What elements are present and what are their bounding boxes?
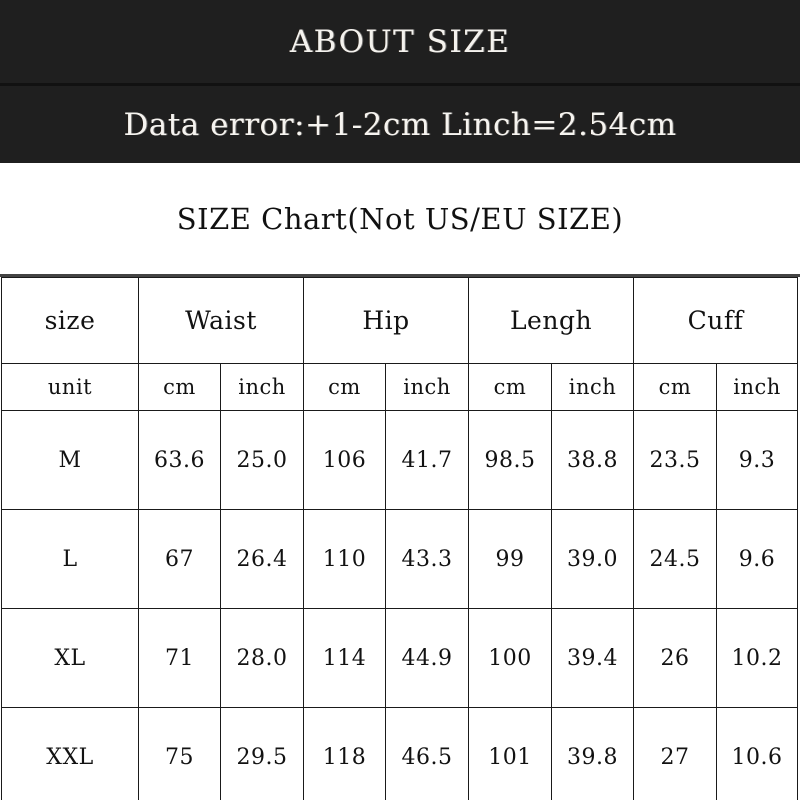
cell-hip-inch: 44.9: [385, 608, 469, 708]
cell-length-inch: 38.8: [550, 410, 635, 510]
cell-length-cm: 100: [468, 608, 552, 708]
cell-hip-inch: 46.5: [385, 707, 469, 800]
cell-size: XXL: [1, 707, 139, 800]
size-chart-page: ABOUT SIZE Data error:+1-2cm Linch=2.54c…: [0, 0, 800, 800]
table-row: L 67 26.4 110 43.3 99 39.0 24.5 9.6: [1, 509, 799, 609]
cell-waist-inch: 28.0: [220, 608, 304, 708]
header-length: Lengh: [467, 277, 635, 364]
unit-hip-inch: inch: [385, 363, 469, 411]
cell-hip-inch: 43.3: [385, 509, 469, 609]
unit-cuff-cm: cm: [633, 363, 718, 411]
cell-waist-inch: 29.5: [220, 707, 304, 800]
banner-subtitle-data-error: Data error:+1-2cm Linch=2.54cm: [123, 106, 677, 143]
unit-waist-cm: cm: [138, 363, 221, 411]
unit-length-inch: inch: [550, 363, 635, 411]
cell-cuff-inch: 9.3: [716, 410, 799, 510]
cell-size: M: [1, 410, 139, 510]
cell-length-inch: 39.0: [550, 509, 635, 609]
cell-cuff-inch: 9.6: [716, 509, 799, 609]
header-size: size: [1, 277, 139, 364]
unit-waist-inch: inch: [220, 363, 304, 411]
cell-hip-inch: 41.7: [385, 410, 469, 510]
size-chart-caption: SIZE Chart(Not US/EU SIZE): [176, 201, 624, 236]
unit-hip-cm: cm: [303, 363, 386, 411]
cell-size: XL: [1, 608, 139, 708]
unit-cuff-inch: inch: [716, 363, 799, 411]
cell-waist-cm: 67: [138, 509, 221, 609]
cell-cuff-cm: 24.5: [633, 509, 718, 609]
unit-label: unit: [1, 363, 139, 411]
cell-waist-cm: 71: [138, 608, 221, 708]
cell-length-cm: 98.5: [468, 410, 552, 510]
table-header-row-units: unit cm inch cm inch cm inch cm inch: [1, 363, 799, 411]
header-cuff: Cuff: [633, 277, 799, 364]
cell-waist-inch: 26.4: [220, 509, 304, 609]
cell-hip-cm: 118: [303, 707, 386, 800]
cell-hip-cm: 114: [303, 608, 386, 708]
size-chart-caption-band: SIZE Chart(Not US/EU SIZE): [0, 163, 800, 277]
cell-waist-cm: 63.6: [138, 410, 221, 510]
cell-waist-cm: 75: [138, 707, 221, 800]
cell-cuff-inch: 10.2: [716, 608, 799, 708]
cell-length-inch: 39.8: [550, 707, 635, 800]
table-row: M 63.6 25.0 106 41.7 98.5 38.8 23.5 9.3: [1, 410, 799, 510]
cell-length-inch: 39.4: [550, 608, 635, 708]
cell-length-cm: 99: [468, 509, 552, 609]
header-hip: Hip: [303, 277, 469, 364]
unit-length-cm: cm: [468, 363, 552, 411]
cell-cuff-inch: 10.6: [716, 707, 799, 800]
table-row: XXL 75 29.5 118 46.5 101 39.8 27 10.6: [1, 707, 799, 800]
size-chart-table: size Waist Hip Lengh Cuff unit cm inch c…: [1, 277, 799, 800]
cell-cuff-cm: 23.5: [633, 410, 718, 510]
cell-size: L: [1, 509, 139, 609]
cell-hip-cm: 110: [303, 509, 386, 609]
header-waist: Waist: [138, 277, 304, 364]
banner-title: ABOUT SIZE: [289, 23, 511, 60]
cell-hip-cm: 106: [303, 410, 386, 510]
about-size-banner: ABOUT SIZE Data error:+1-2cm Linch=2.54c…: [0, 0, 800, 163]
cell-waist-inch: 25.0: [220, 410, 304, 510]
cell-length-cm: 101: [468, 707, 552, 800]
cell-cuff-cm: 27: [633, 707, 718, 800]
cell-cuff-cm: 26: [633, 608, 718, 708]
table-row: XL 71 28.0 114 44.9 100 39.4 26 10.2: [1, 608, 799, 708]
table-header-row-groups: size Waist Hip Lengh Cuff: [1, 277, 799, 364]
